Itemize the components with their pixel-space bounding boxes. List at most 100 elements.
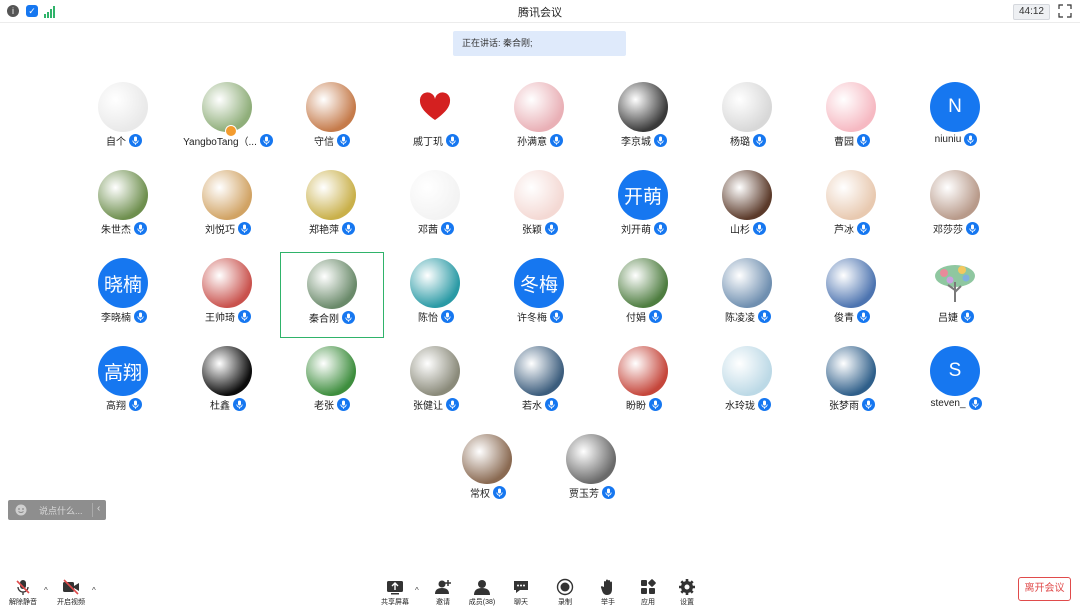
chevron-left-icon[interactable]: ‹ xyxy=(97,503,100,514)
avatar: 冬梅 xyxy=(514,258,564,308)
participant-name: 张梦雨 xyxy=(829,401,859,412)
mic-icon xyxy=(441,310,454,323)
participant-tile[interactable]: 邓莎莎 xyxy=(904,164,1008,250)
participant-tile[interactable]: 冬梅 许冬梅 xyxy=(488,252,592,338)
participant-tile[interactable]: 孙满意 xyxy=(488,76,592,162)
participant-tile[interactable]: 付娟 xyxy=(592,252,696,338)
avatar xyxy=(307,259,357,309)
unmute-button[interactable]: 解除静音 xyxy=(3,578,43,606)
participant-tile[interactable]: 郑艳萍 xyxy=(280,164,384,250)
participant-tile[interactable]: 山杉 xyxy=(696,164,800,250)
avatar xyxy=(722,170,772,220)
participant-tile[interactable]: 自个 xyxy=(72,76,176,162)
participant-tile[interactable]: 守信 xyxy=(280,76,384,162)
mic-icon xyxy=(862,398,875,411)
participant-tile[interactable]: 张颖 xyxy=(488,164,592,250)
participant-name-row: 陈凌凌 xyxy=(696,309,800,324)
participant-name-row: 曹园 xyxy=(800,133,904,148)
participant-tile[interactable]: 戚丁玑 xyxy=(384,76,488,162)
participant-tile[interactable]: 吕婕 xyxy=(904,252,1008,338)
participant-tile[interactable]: 邓茜 xyxy=(384,164,488,250)
fullscreen-icon[interactable] xyxy=(1058,4,1072,18)
avatar xyxy=(410,258,460,308)
participant-tile[interactable]: 李京城 xyxy=(592,76,696,162)
participant-name-row: niuniu xyxy=(904,133,1008,146)
participant-name-row: 杜鑫 xyxy=(176,397,280,412)
record-label: 录制 xyxy=(558,599,572,606)
chevron-up-icon[interactable]: ^ xyxy=(44,586,48,595)
participant-name: 常权 xyxy=(470,489,490,500)
participant-tile[interactable]: 张健让 xyxy=(384,340,488,426)
emoji-icon[interactable] xyxy=(15,504,27,516)
leave-meeting-button[interactable]: 离开会议 xyxy=(1018,577,1071,601)
mic-icon xyxy=(758,398,771,411)
participant-tile[interactable]: 常权 xyxy=(436,428,540,514)
participant-tile[interactable]: 刘悦巧 xyxy=(176,164,280,250)
participant-tile[interactable]: 高翔 高翔 xyxy=(72,340,176,426)
participant-tile[interactable]: 陈怡 xyxy=(384,252,488,338)
chevron-up-icon[interactable]: ^ xyxy=(92,586,96,595)
participant-tile[interactable]: 开萌 刘开萌 xyxy=(592,164,696,250)
participant-tile[interactable]: 王帅琦 xyxy=(176,252,280,338)
participant-tile[interactable]: Ssteven_ xyxy=(904,340,1008,426)
meeting-timer: 44:12 xyxy=(1012,4,1050,20)
participant-tile[interactable]: 芦冰 xyxy=(800,164,904,250)
participant-name-row: 张颖 xyxy=(488,221,592,236)
participant-tile[interactable]: 老张 xyxy=(280,340,384,426)
avatar xyxy=(618,82,668,132)
raise-hand-label: 举手 xyxy=(601,599,615,606)
share-screen-button[interactable]: 共享屏幕 xyxy=(375,578,415,606)
participant-name-row: 芦冰 xyxy=(800,221,904,236)
participant-tile[interactable]: 盼盼 xyxy=(592,340,696,426)
participant-tile[interactable]: 秦合刚 xyxy=(280,252,384,338)
invite-button[interactable]: 邀请 xyxy=(423,578,463,606)
settings-button[interactable]: 设置 xyxy=(667,578,707,606)
participant-name-row: 自个 xyxy=(72,133,176,148)
participant-name: 王帅琦 xyxy=(205,313,235,324)
mic-icon xyxy=(337,398,350,411)
record-icon xyxy=(556,578,574,596)
participant-tile[interactable]: 朱世杰 xyxy=(72,164,176,250)
hand-icon xyxy=(600,579,612,595)
participant-tile[interactable]: 若水 xyxy=(488,340,592,426)
participant-name-row: 王帅琦 xyxy=(176,309,280,324)
participant-tile[interactable]: Nniuniu xyxy=(904,76,1008,162)
raise-hand-button[interactable]: 举手 xyxy=(588,578,628,606)
start-video-button[interactable]: 开启视频 xyxy=(51,578,91,606)
participant-name-row: 吕婕 xyxy=(904,309,1008,324)
chevron-up-icon[interactable]: ^ xyxy=(415,586,419,595)
participant-name: 邓茜 xyxy=(418,225,438,236)
mic-icon xyxy=(134,222,147,235)
chat-input[interactable]: 说点什么... ‹ xyxy=(8,500,106,520)
participant-name: 秦合刚 xyxy=(309,314,339,325)
mic-icon xyxy=(602,486,615,499)
mic-icon xyxy=(446,398,459,411)
participant-name: YangboTang（... xyxy=(183,137,257,148)
mic-icon xyxy=(238,310,251,323)
participant-tile[interactable]: 曹园 xyxy=(800,76,904,162)
chat-divider xyxy=(92,503,93,517)
participant-tile[interactable]: 杜鑫 xyxy=(176,340,280,426)
apps-button[interactable]: 应用 xyxy=(628,578,668,606)
participant-tile[interactable]: 贾玉芳 xyxy=(540,428,644,514)
record-button[interactable]: 录制 xyxy=(545,578,585,606)
participant-tile[interactable]: YangboTang（... xyxy=(176,76,280,162)
participant-tile[interactable]: 杨璐 xyxy=(696,76,800,162)
avatar xyxy=(826,258,876,308)
participant-name: 戚丁玑 xyxy=(413,137,443,148)
video-off-icon xyxy=(63,579,79,595)
mic-icon xyxy=(964,133,978,146)
avatar xyxy=(826,170,876,220)
mic-icon xyxy=(550,310,563,323)
participant-name-row: 陈怡 xyxy=(384,309,488,324)
participant-tile[interactable]: 陈凌凌 xyxy=(696,252,800,338)
participant-tile[interactable]: 晓楠 李晓楠 xyxy=(72,252,176,338)
members-button[interactable]: 成员(38) xyxy=(462,578,502,606)
participant-tile[interactable]: 张梦雨 xyxy=(800,340,904,426)
chat-button[interactable]: 聊天 xyxy=(501,578,541,606)
avatar: S xyxy=(930,346,980,396)
participant-tile[interactable]: 俊青 xyxy=(800,252,904,338)
participant-tile[interactable]: 水玲珑 xyxy=(696,340,800,426)
participant-name: 自个 xyxy=(106,137,126,148)
mic-icon xyxy=(857,222,870,235)
